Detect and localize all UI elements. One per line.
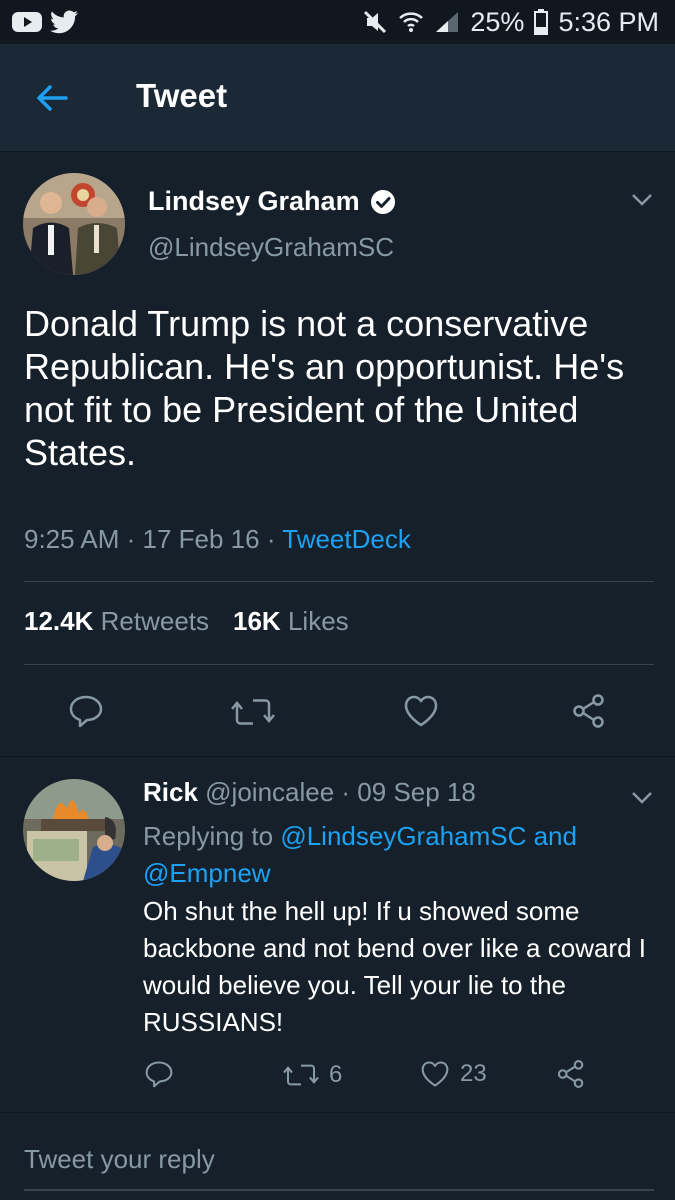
- tweet-meta: 9:25 AM · 17 Feb 16 · TweetDeck: [24, 524, 411, 555]
- likes-stat[interactable]: 16K Likes: [233, 606, 349, 637]
- reply-date: 09 Sep 18: [357, 777, 476, 807]
- reply-author-handle[interactable]: @joincalee: [205, 777, 334, 807]
- reply-input-underline: [24, 1189, 654, 1191]
- chevron-down-icon: [632, 194, 652, 206]
- author-handle[interactable]: @LindseyGrahamSC: [148, 232, 394, 263]
- author-name[interactable]: Lindsey Graham: [148, 186, 360, 217]
- section-separator: [0, 756, 675, 757]
- reply-like-button[interactable]: 23: [420, 1060, 487, 1088]
- status-bar: 25% 5:36 PM: [0, 0, 675, 44]
- divider: [24, 581, 654, 582]
- status-time: 5:36 PM: [558, 6, 659, 37]
- meta-separator: ·: [334, 777, 358, 807]
- retweets-count: 12.4K: [24, 606, 94, 636]
- tweet-menu-chevron[interactable]: [629, 190, 655, 213]
- replying-to-line: Replying to @LindseyGrahamSC and @Empnew: [143, 818, 643, 892]
- status-right: 25% 5:36 PM: [362, 7, 659, 38]
- tweet-time: 9:25 AM: [24, 524, 120, 554]
- tweet-text: Donald Trump is not a conservative Repub…: [24, 303, 625, 473]
- chevron-down-icon: [632, 792, 652, 804]
- divider: [24, 664, 654, 665]
- back-button[interactable]: [34, 80, 70, 116]
- reply-icon: [69, 695, 103, 728]
- share-icon: [573, 694, 604, 728]
- replying-to-prefix: Replying to: [143, 821, 281, 851]
- retweets-stat[interactable]: 12.4K Retweets: [24, 606, 209, 637]
- retweet-icon: [231, 699, 275, 725]
- reply-author-name[interactable]: Rick: [143, 777, 198, 807]
- reply-share-button[interactable]: [556, 1059, 586, 1089]
- retweet-icon: [283, 1064, 319, 1086]
- reply-menu-chevron[interactable]: [629, 788, 655, 811]
- reply-header-line: Rick @joincalee · 09 Sep 18: [143, 777, 476, 808]
- tweet-source-link[interactable]: TweetDeck: [282, 524, 411, 554]
- retweets-label: Retweets: [100, 606, 210, 636]
- reply-input[interactable]: [24, 1139, 654, 1179]
- page-title: Tweet: [136, 77, 228, 114]
- heart-icon: [404, 695, 438, 727]
- retweet-button[interactable]: [231, 696, 275, 728]
- status-left: [12, 10, 78, 34]
- share-icon: [557, 1060, 584, 1088]
- battery-icon: [534, 9, 549, 35]
- header-bar: Tweet: [0, 44, 675, 152]
- likes-label: Likes: [287, 606, 349, 636]
- twitter-icon: [50, 10, 78, 34]
- meta-separator: ·: [119, 524, 143, 554]
- author-name-line[interactable]: Lindsey Graham: [148, 186, 396, 217]
- signal-icon: [434, 10, 460, 34]
- reply-retweet-button[interactable]: 6: [283, 1061, 342, 1089]
- back-arrow-icon: [37, 85, 68, 111]
- tweet-date: 17 Feb 16: [142, 524, 260, 554]
- reply-like-count: 23: [460, 1060, 487, 1087]
- reply-button[interactable]: [68, 694, 104, 728]
- youtube-icon: [12, 11, 42, 33]
- wifi-icon: [398, 10, 424, 34]
- reply-icon: [145, 1061, 173, 1088]
- compose-reply-bar: [0, 1112, 675, 1200]
- like-button[interactable]: [403, 694, 439, 728]
- author-avatar[interactable]: [23, 173, 125, 275]
- reply-avatar[interactable]: [23, 779, 125, 881]
- meta-separator: ·: [259, 524, 283, 554]
- heart-icon: [421, 1061, 449, 1087]
- reply-retweet-count: 6: [329, 1061, 343, 1088]
- tweet-stats: 12.4K Retweets 16K Likes: [24, 606, 349, 637]
- verified-badge-icon: [370, 189, 396, 215]
- likes-count: 16K: [233, 606, 281, 636]
- reply-reply-button[interactable]: [144, 1060, 174, 1088]
- battery-percent: 25%: [470, 6, 525, 37]
- reply-text: Oh shut the hell up! If u showed some ba…: [143, 896, 647, 1037]
- mute-icon: [362, 9, 388, 35]
- share-button[interactable]: [571, 693, 607, 729]
